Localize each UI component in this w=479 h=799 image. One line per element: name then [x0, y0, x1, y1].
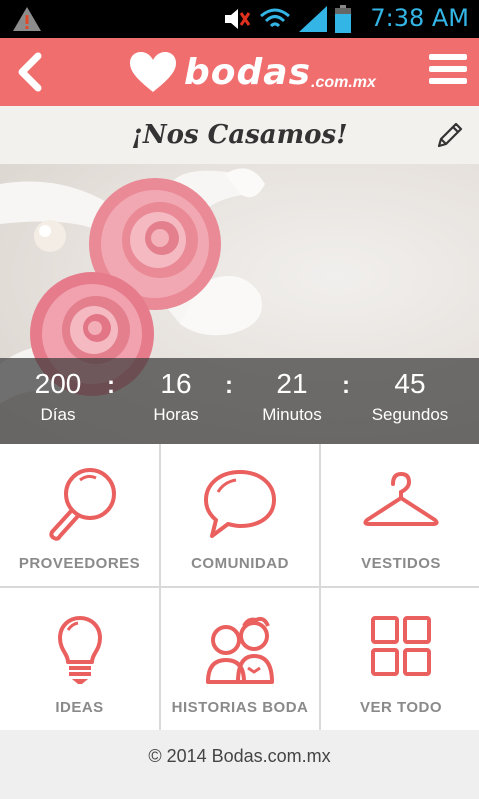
- countdown-label: Días: [40, 405, 76, 424]
- brand-logo: bodas .com.mx: [128, 44, 376, 100]
- countdown: 200 Días : 16 Horas : 21 Minutos : 45 Se…: [0, 358, 479, 444]
- tile-label: IDEAS: [55, 699, 104, 716]
- category-grid: PROVEEDORES COMUNIDAD VESTIDOS IDEAS HIS…: [0, 444, 479, 730]
- countdown-separator: :: [225, 372, 233, 399]
- countdown-value: 16: [160, 368, 192, 399]
- title-bar: ¡Nos Casamos!: [0, 106, 479, 164]
- back-arrow-icon[interactable]: [12, 50, 48, 94]
- countdown-label: Segundos: [371, 405, 449, 424]
- brand-name: bodas: [184, 51, 311, 93]
- tile-ideas[interactable]: IDEAS: [0, 588, 159, 730]
- tile-label: VESTIDOS: [361, 555, 441, 572]
- pencil-edit-icon[interactable]: [435, 120, 465, 150]
- countdown-value: 45: [394, 368, 426, 399]
- copyright-text: © 2014 Bodas.com.mx: [148, 746, 331, 766]
- countdown-minutes: 21 Minutos: [252, 366, 332, 428]
- brand-domain: .com.mx: [311, 74, 376, 91]
- chat-bubble-icon: [204, 470, 276, 538]
- countdown-days: 200 Días: [22, 366, 94, 428]
- couple-icon: [206, 616, 274, 684]
- mute-icon: [225, 9, 251, 29]
- tile-label: VER TODO: [359, 699, 443, 716]
- battery-icon: [335, 5, 351, 33]
- tile-proveedores[interactable]: PROVEEDORES: [0, 444, 159, 586]
- app-header: bodas .com.mx: [0, 38, 479, 106]
- countdown-value: 21: [276, 368, 308, 399]
- footer: © 2014 Bodas.com.mx: [0, 730, 479, 799]
- tile-label: HISTORIAS BODA: [171, 699, 309, 716]
- tile-historias-boda[interactable]: HISTORIAS BODA: [161, 588, 319, 730]
- tile-comunidad[interactable]: COMUNIDAD: [161, 444, 319, 586]
- status-icons: [223, 5, 351, 33]
- hanger-icon: [363, 471, 439, 526]
- tile-vestidos[interactable]: VESTIDOS: [321, 444, 479, 586]
- hamburger-menu-icon[interactable]: [429, 54, 467, 86]
- countdown-value: 200: [34, 368, 82, 399]
- search-icon: [48, 468, 116, 541]
- countdown-seconds: 45 Segundos: [362, 366, 458, 428]
- countdown-label: Minutos: [262, 405, 322, 424]
- countdown-hours: 16 Horas: [140, 366, 212, 428]
- countdown-separator: :: [342, 372, 350, 399]
- clock: 7:38 AM: [370, 4, 469, 32]
- heart-logo-icon: [130, 52, 176, 92]
- wifi-icon: [260, 8, 290, 28]
- tile-ver-todo[interactable]: VER TODO: [321, 588, 479, 730]
- tile-label: COMUNIDAD: [191, 555, 289, 572]
- status-bar: 7:38 AM: [0, 0, 479, 38]
- hero-image: 200 Días : 16 Horas : 21 Minutos : 45 Se…: [0, 164, 479, 444]
- signal-icon: [299, 6, 327, 32]
- countdown-separator: :: [107, 372, 115, 399]
- tile-label: PROVEEDORES: [18, 555, 141, 572]
- lightbulb-icon: [57, 616, 102, 684]
- countdown-label: Horas: [153, 405, 199, 424]
- grid-icon: [371, 616, 431, 676]
- page-title: ¡Nos Casamos!: [131, 120, 348, 150]
- warning-icon: [13, 7, 41, 31]
